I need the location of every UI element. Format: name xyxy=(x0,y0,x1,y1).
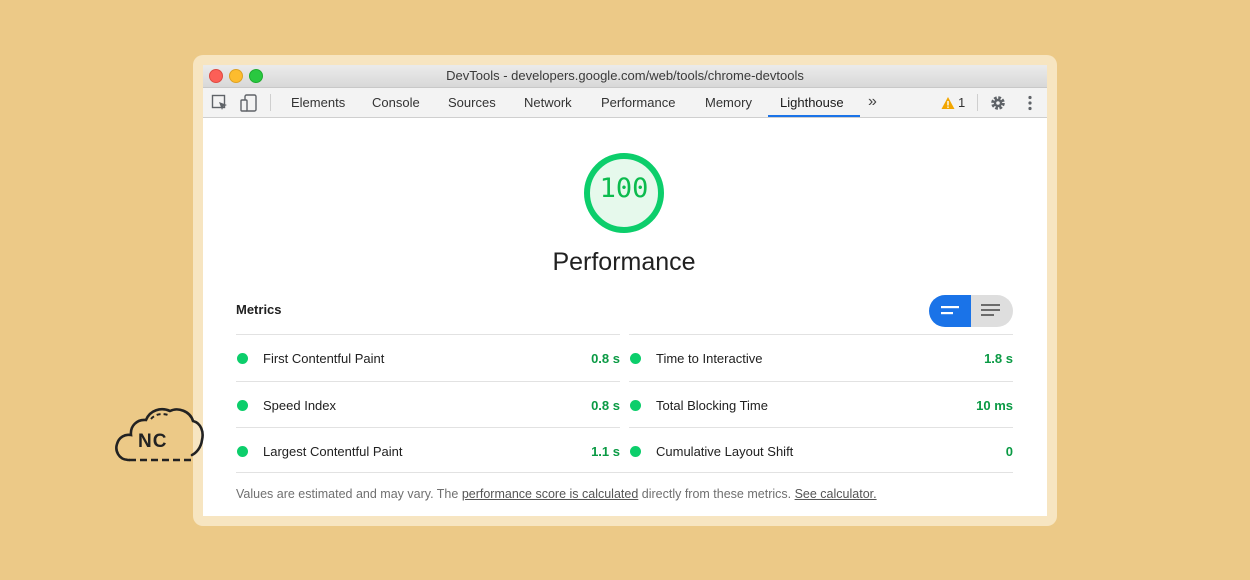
warning-icon[interactable] xyxy=(941,95,955,111)
metric-row: First Contentful Paint 0.8 s xyxy=(236,334,620,381)
metric-value: 10 ms xyxy=(976,398,1013,413)
toolbar-divider xyxy=(977,94,978,111)
metric-row: Speed Index 0.8 s xyxy=(236,381,620,428)
category-title: Performance xyxy=(552,248,696,276)
metric-row: Total Blocking Time 10 ms xyxy=(629,381,1013,428)
devtools-toolbar: Elements Console Sources Network Perform… xyxy=(203,88,1047,118)
pass-indicator-icon xyxy=(237,353,248,364)
metric-name: Largest Contentful Paint xyxy=(263,444,403,459)
see-calculator-link[interactable]: See calculator. xyxy=(795,487,877,501)
compact-view-button[interactable] xyxy=(929,295,971,327)
gear-icon[interactable] xyxy=(989,94,1007,112)
metric-name: Speed Index xyxy=(263,398,337,413)
toolbar-divider xyxy=(270,94,271,111)
tab-network[interactable]: Network xyxy=(524,88,572,117)
metric-name: Time to Interactive xyxy=(656,351,763,366)
metrics-divider xyxy=(236,472,1013,473)
inspect-element-icon[interactable] xyxy=(211,94,229,112)
devtools-window: DevTools - developers.google.com/web/too… xyxy=(203,65,1047,516)
active-tab-indicator xyxy=(768,115,860,117)
metrics-footnote: Values are estimated and may vary. The p… xyxy=(236,487,877,501)
tab-lighthouse[interactable]: Lighthouse xyxy=(780,88,844,117)
kebab-menu-icon[interactable] xyxy=(1021,94,1039,112)
metric-name: Total Blocking Time xyxy=(656,398,768,413)
title-bar: DevTools - developers.google.com/web/too… xyxy=(203,65,1047,88)
tab-console[interactable]: Console xyxy=(372,88,420,117)
metric-value: 1.8 s xyxy=(984,351,1013,366)
expanded-list-icon xyxy=(981,304,1000,316)
warning-count[interactable]: 1 xyxy=(958,88,965,117)
score-calculation-link[interactable]: performance score is calculated xyxy=(462,487,638,501)
pass-indicator-icon xyxy=(630,446,641,457)
pass-indicator-icon xyxy=(630,353,641,364)
tab-elements[interactable]: Elements xyxy=(291,88,345,117)
metric-name: Cumulative Layout Shift xyxy=(656,444,794,459)
metric-value: 0.8 s xyxy=(591,398,620,413)
window-title: DevTools - developers.google.com/web/too… xyxy=(446,68,804,83)
footnote-text: Values are estimated and may vary. The xyxy=(236,487,462,501)
performance-score: 100 xyxy=(599,173,649,204)
tab-performance[interactable]: Performance xyxy=(601,88,675,117)
metric-value: 1.1 s xyxy=(591,444,620,459)
metric-value: 0 xyxy=(1005,444,1013,459)
tab-sources[interactable]: Sources xyxy=(448,88,496,117)
device-toggle-icon[interactable] xyxy=(240,94,258,112)
compact-list-icon xyxy=(941,306,959,315)
metric-row: Cumulative Layout Shift 0 xyxy=(629,427,1013,474)
metrics-heading: Metrics xyxy=(236,302,282,317)
pass-indicator-icon xyxy=(237,446,248,457)
metric-row: Largest Contentful Paint 1.1 s xyxy=(236,427,620,474)
pass-indicator-icon xyxy=(237,400,248,411)
more-tabs-button[interactable]: » xyxy=(868,88,877,117)
metric-row: Time to Interactive 1.8 s xyxy=(629,334,1013,381)
tab-memory[interactable]: Memory xyxy=(705,88,752,117)
expanded-view-button[interactable] xyxy=(971,295,1013,327)
footnote-text: directly from these metrics. xyxy=(638,487,795,501)
pass-indicator-icon xyxy=(630,400,641,411)
metrics-view-toggle[interactable] xyxy=(929,295,1013,327)
metric-value: 0.8 s xyxy=(591,351,620,366)
logo-text: NC xyxy=(138,431,168,452)
metric-name: First Contentful Paint xyxy=(263,351,385,366)
